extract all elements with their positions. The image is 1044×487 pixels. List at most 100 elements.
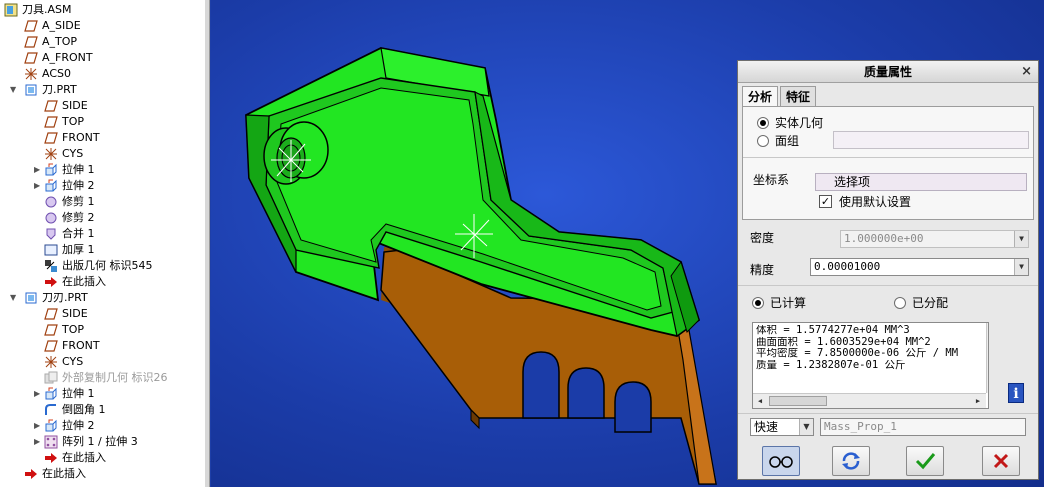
tree-item[interactable]: ▶ 阵列 1 / 拉伸 3 [0, 434, 205, 450]
ok-button[interactable] [906, 446, 944, 476]
expand-icon[interactable]: ▶ [34, 386, 43, 402]
dialog-title-bar[interactable]: 质量属性 × [738, 61, 1038, 83]
use-default-checkbox[interactable]: ✓ [819, 195, 832, 208]
tree-item[interactable]: 外部复制几何 标识26 [0, 370, 205, 386]
datum-plane-icon [44, 116, 58, 128]
tree-item[interactable]: 合并 1 [0, 226, 205, 242]
scroll-up-icon[interactable]: ▲ [987, 323, 988, 337]
repeat-button[interactable] [832, 446, 870, 476]
quick-mode-combo[interactable]: 快速 ▼ [750, 418, 814, 436]
tree-item[interactable]: A_SIDE [0, 18, 205, 34]
tree-item[interactable]: SIDE [0, 306, 205, 322]
datum-plane-icon [44, 308, 58, 320]
results-text-area[interactable]: 体积 = 1.5774277e+04 MM^3 曲面面积 = 1.6003529… [752, 322, 989, 409]
tree-item-label: 在此插入 [42, 467, 86, 480]
csys-icon [45, 356, 57, 368]
tree-item-label: 拉伸 2 [62, 179, 95, 192]
quilt-collector[interactable] [833, 131, 1029, 149]
tree-item[interactable]: ▶ 拉伸 2 [0, 418, 205, 434]
tree-item[interactable]: ▶ 拉伸 2 [0, 178, 205, 194]
chevron-down-icon[interactable]: ▼ [1014, 259, 1028, 275]
tree-item-label: 刀具.ASM [22, 3, 72, 16]
tree-item-label: 倒圆角 1 [62, 403, 106, 416]
checkmark-icon [915, 453, 936, 470]
collapse-icon[interactable]: ▼ [10, 290, 19, 306]
tree-item-label: FRONT [62, 131, 100, 144]
tree-item[interactable]: 出版几何 标识545 [0, 258, 205, 274]
tree-scrollbar[interactable] [205, 0, 209, 487]
tab-analysis[interactable]: 分析 [742, 86, 779, 107]
results-horizontal-scrollbar[interactable]: ◀ ▶ [753, 393, 986, 408]
scroll-thumb[interactable] [769, 396, 827, 406]
expand-icon[interactable]: ▶ [34, 418, 43, 434]
quilt-label: 面组 [775, 134, 800, 148]
tree-item[interactable]: 加厚 1 [0, 242, 205, 258]
datum-plane-icon [24, 52, 38, 64]
tree-item[interactable]: 在此插入 [0, 466, 205, 482]
datum-plane-icon [24, 36, 38, 48]
tab-feature[interactable]: 特征 [780, 86, 817, 106]
solid-geometry-radio[interactable] [757, 117, 769, 129]
tree-item[interactable]: 倒圆角 1 [0, 402, 205, 418]
model-tree: 刀具.ASM A_SIDE A_TOP A_FRONT ACS0 ▼ 刀.PRT SIDE TO… [0, 0, 210, 487]
trim-icon [45, 196, 57, 208]
tree-item[interactable]: ▶ 拉伸 1 [0, 386, 205, 402]
close-icon [993, 453, 1009, 469]
feature-name-field[interactable]: Mass_Prop_1 [820, 418, 1026, 436]
copy-geom-icon [44, 371, 58, 384]
tree-item[interactable]: ▼ 刀刃.PRT [0, 290, 205, 306]
tree-item-label: TOP [62, 115, 85, 128]
tree-item-label: 刀.PRT [42, 83, 77, 96]
tree-item[interactable]: ▶ 拉伸 1 [0, 162, 205, 178]
cancel-button[interactable] [982, 446, 1020, 476]
tree-item-label: ACS0 [42, 67, 71, 80]
tree-item[interactable]: TOP [0, 114, 205, 130]
expand-icon[interactable]: ▶ [34, 434, 43, 450]
tree-item[interactable]: CYS [0, 146, 205, 162]
assigned-label: 已分配 [912, 296, 949, 310]
use-default-label: 使用默认设置 [839, 195, 912, 209]
computed-radio[interactable] [752, 297, 764, 309]
scroll-down-icon[interactable]: ▼ [987, 378, 988, 392]
expand-icon[interactable]: ▶ [34, 162, 43, 178]
tree-item-label: 修剪 1 [62, 195, 95, 208]
results-vertical-scrollbar[interactable]: ▲ ▼ [986, 323, 988, 393]
expand-icon[interactable]: ▶ [34, 178, 43, 194]
publish-geom-icon [45, 260, 57, 272]
glasses-icon [769, 456, 793, 468]
tree-item-label: A_FRONT [42, 51, 93, 64]
tree-item[interactable]: A_FRONT [0, 50, 205, 66]
density-field: 1.000000e+00 ▼ [840, 230, 1029, 248]
assigned-radio[interactable] [894, 297, 906, 309]
round-icon [45, 404, 56, 415]
tree-item[interactable]: ACS0 [0, 66, 205, 82]
tree-item-label: 在此插入 [62, 275, 106, 288]
extrude-icon [45, 387, 57, 400]
scroll-right-icon[interactable]: ▶ [971, 394, 985, 408]
density-label: 密度 [750, 231, 775, 245]
collapse-icon[interactable]: ▼ [10, 82, 19, 98]
tree-item[interactable]: FRONT [0, 130, 205, 146]
tree-item[interactable]: A_TOP [0, 34, 205, 50]
result-surface-area: 曲面面积 = 1.6003529e+04 MM^2 [756, 336, 931, 348]
tree-item[interactable]: TOP [0, 322, 205, 338]
tree-item[interactable]: 修剪 1 [0, 194, 205, 210]
precision-combo[interactable]: 0.00001000 ▼ [810, 258, 1029, 276]
tree-item[interactable]: 修剪 2 [0, 210, 205, 226]
tree-item[interactable]: 在此插入 [0, 450, 205, 466]
info-icon[interactable]: i [1008, 383, 1024, 403]
tree-item[interactable]: 刀具.ASM [0, 2, 205, 18]
csys-selector[interactable]: 选择项 [815, 173, 1027, 191]
tree-item[interactable]: ▼ 刀.PRT [0, 82, 205, 98]
scroll-left-icon[interactable]: ◀ [753, 394, 767, 408]
chevron-down-icon[interactable]: ▼ [799, 419, 813, 435]
tree-item-label: 阵列 1 / 拉伸 3 [62, 435, 138, 448]
tree-item[interactable]: 在此插入 [0, 274, 205, 290]
tree-item-label: A_TOP [42, 35, 78, 48]
preview-button[interactable] [762, 446, 800, 476]
tree-item[interactable]: SIDE [0, 98, 205, 114]
quilt-radio[interactable] [757, 135, 769, 147]
tree-item[interactable]: CYS [0, 354, 205, 370]
close-icon[interactable]: × [1021, 61, 1032, 83]
tree-item[interactable]: FRONT [0, 338, 205, 354]
